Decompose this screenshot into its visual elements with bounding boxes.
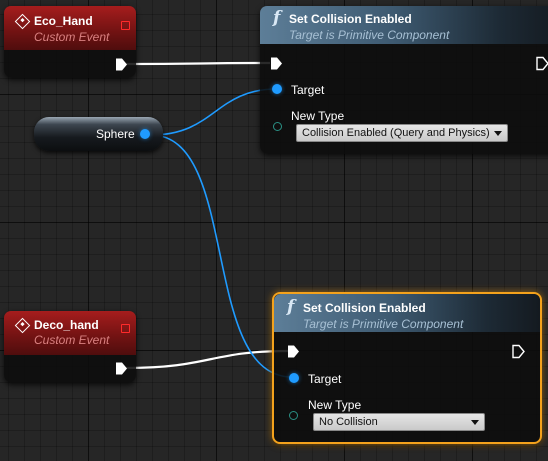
exec-in-pin-icon[interactable] (269, 56, 284, 71)
target-label: Target (291, 83, 325, 97)
target-pin-icon[interactable] (272, 84, 282, 94)
function-subtitle: Target is Primitive Component (289, 28, 450, 42)
exec-out-pin-icon[interactable] (535, 56, 548, 71)
function-title: Set Collision Enabled (303, 301, 426, 315)
function-title: Set Collision Enabled (289, 12, 412, 26)
exec-wire-eco-to-set1[interactable] (125, 61, 271, 66)
event-subtitle: Custom Event (34, 30, 110, 44)
new-type-label: New Type (308, 398, 362, 412)
exec-out-pin-icon[interactable] (114, 361, 129, 376)
object-wire-sphere-to-target2[interactable] (150, 134, 293, 378)
event-diamond-icon (14, 317, 31, 334)
function-subtitle: Target is Primitive Component (303, 317, 464, 331)
chevron-down-icon (471, 420, 479, 425)
function-node-header: f Set Collision Enabled Target is Primit… (274, 294, 540, 332)
event-diamond-icon (14, 13, 31, 30)
object-wire-sphere-to-target1[interactable] (150, 88, 278, 136)
event-title: Deco_hand (34, 318, 99, 332)
event-title: Eco_Hand (34, 14, 93, 28)
function-icon: f (287, 297, 295, 317)
new-type-pin-icon[interactable] (289, 411, 298, 420)
variable-node-sphere[interactable]: Sphere (34, 117, 163, 151)
variable-label: Sphere (96, 127, 135, 141)
function-node-header: f Set Collision Enabled Target is Primit… (260, 6, 548, 44)
event-subtitle: Custom Event (34, 333, 110, 347)
event-node-eco-hand[interactable]: Eco_Hand Custom Event (4, 6, 136, 78)
event-node-deco-hand[interactable]: Deco_hand Custom Event (4, 311, 136, 383)
new-type-label: New Type (291, 109, 345, 123)
target-label: Target (308, 372, 342, 386)
new-type-dropdown[interactable]: Collision Enabled (Query and Physics) (296, 124, 508, 142)
delegate-pin-icon[interactable] (121, 21, 130, 30)
exec-in-pin-icon[interactable] (286, 344, 301, 359)
exec-out-pin-icon[interactable] (511, 344, 526, 359)
new-type-pin-icon[interactable] (273, 122, 282, 131)
chevron-down-icon (494, 131, 502, 136)
delegate-pin-icon[interactable] (121, 324, 130, 333)
object-out-pin-icon[interactable] (140, 129, 150, 139)
event-node-header: Eco_Hand Custom Event (4, 6, 136, 50)
new-type-dropdown[interactable]: No Collision (313, 413, 485, 431)
new-type-value: Collision Enabled (Query and Physics) (302, 127, 490, 139)
function-node-set-collision-2[interactable]: f Set Collision Enabled Target is Primit… (272, 292, 542, 444)
exec-out-pin-icon[interactable] (114, 57, 129, 72)
function-node-set-collision-1[interactable]: f Set Collision Enabled Target is Primit… (260, 6, 548, 154)
target-pin-icon[interactable] (289, 373, 299, 383)
event-node-header: Deco_hand Custom Event (4, 311, 136, 355)
new-type-value: No Collision (319, 416, 378, 428)
exec-wire-deco-to-set2[interactable] (125, 349, 289, 370)
function-icon: f (273, 8, 281, 28)
